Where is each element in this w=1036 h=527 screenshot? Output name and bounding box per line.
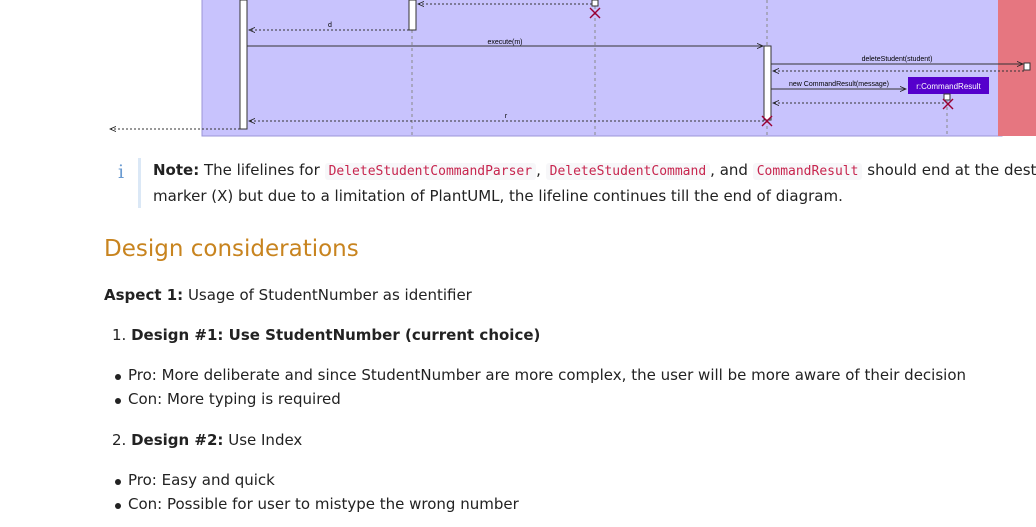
design-2-number: 2. [112, 431, 127, 449]
bullet-dot [115, 374, 121, 380]
design-1-item: 1. Design #1: Use StudentNumber (current… [112, 326, 540, 344]
design-2-item: 2. Design #2: Use Index [112, 431, 302, 449]
diagram-frame [201, 0, 1003, 137]
note-text-2: , [536, 161, 541, 179]
note-text-1: The lifelines for [203, 161, 320, 179]
design-2-label: Design #2: [131, 431, 224, 449]
bullet-dot [115, 503, 121, 509]
msg-delete-label: deleteStudent(student) [862, 56, 933, 63]
note-callout: i Note: The lifelines for DeleteStudentC… [104, 158, 1036, 208]
activation-logic [239, 0, 248, 130]
design-1-text: Design #1: Use StudentNumber (current ch… [131, 326, 541, 344]
command-result-label: r:CommandResult [916, 82, 981, 91]
msg-execute-label: execute(m) [487, 39, 522, 46]
code-command: DeleteStudentCommand [545, 163, 711, 180]
code-result: CommandResult [752, 163, 863, 180]
design-2-text: Use Index [228, 431, 303, 449]
design-2-pro: Pro: Easy and quick [128, 471, 275, 489]
aspect-paragraph: Aspect 1: Usage of StudentNumber as iden… [104, 286, 472, 304]
aspect-label: Aspect 1: [104, 286, 184, 304]
design-1-con: Con: More typing is required [128, 390, 341, 408]
note-body: Note: The lifelines for DeleteStudentCom… [138, 158, 1036, 208]
note-line-2: marker (X) but due to a limitation of Pl… [153, 187, 843, 205]
bullet-dot [115, 479, 121, 485]
design-considerations-heading: Design considerations [104, 236, 359, 262]
sequence-diagram-svg: d execute(m) deleteStudent(student) new … [0, 0, 1036, 137]
note-text-4: should end at the destroy [867, 161, 1036, 179]
note-label: Note: [153, 161, 200, 179]
design-1-pro: Pro: More deliberate and since StudentNu… [128, 366, 967, 384]
design-2-con: Con: Possible for user to mistype the wr… [128, 495, 519, 513]
note-line-1: Note: The lifelines for DeleteStudentCom… [153, 158, 1036, 184]
info-icon: i [117, 161, 125, 183]
design-1-number: 1. [112, 326, 127, 344]
note-text-3: , and [710, 161, 748, 179]
activation-parser-inner [591, 0, 599, 7]
code-parser: DeleteStudentCommandParser [324, 163, 537, 180]
bullet-dot [115, 398, 121, 404]
activation-command [763, 45, 772, 121]
msg-d-label: d [328, 22, 332, 29]
msg-new-result-label: new CommandResult(message) [789, 81, 889, 88]
sequence-diagram: d execute(m) deleteStudent(student) new … [0, 0, 1036, 140]
aspect-text: Usage of StudentNumber as identifier [187, 286, 472, 304]
activation-parser [408, 0, 417, 31]
